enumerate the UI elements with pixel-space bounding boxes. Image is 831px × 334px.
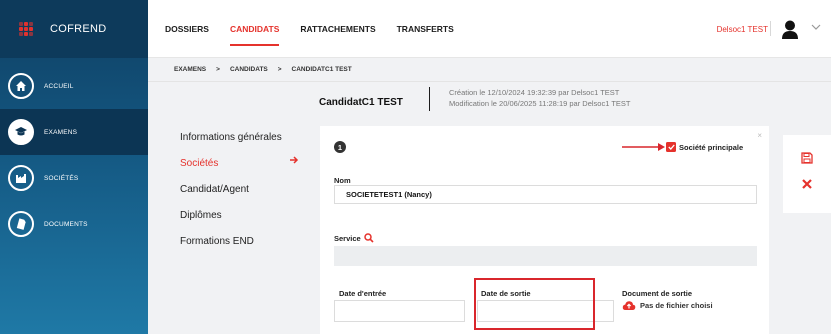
home-icon	[8, 73, 34, 99]
nom-field[interactable]: SOCIETETEST1 (Nancy)	[334, 185, 757, 204]
annotation-arrow-icon	[622, 143, 665, 151]
candidate-name: CandidatC1 TEST	[319, 97, 403, 108]
brand-name: COFREND	[50, 23, 107, 35]
checkmark-icon	[667, 144, 675, 150]
highlight-annotation	[474, 278, 595, 330]
service-label: Service	[334, 233, 361, 243]
breadcrumb-separator: >	[216, 66, 220, 73]
sidebar-item-documents[interactable]: DOCUMENTS	[0, 201, 148, 247]
subnav-item-informations-generales[interactable]: Informations générales	[180, 132, 282, 158]
graduation-cap-icon	[8, 119, 34, 145]
nom-label: Nom	[334, 176, 351, 185]
save-icon[interactable]	[801, 152, 813, 164]
file-upload-button[interactable]: Pas de fichier choisi	[622, 300, 713, 311]
service-field[interactable]	[334, 246, 757, 266]
file-upload-label: Pas de fichier choisi	[640, 301, 713, 310]
user-avatar-icon[interactable]	[780, 19, 800, 39]
modified-info: Modification le 20/06/2025 11:28:19 par …	[449, 99, 631, 108]
date-entree-label: Date d'entrée	[339, 289, 387, 298]
sidebar-item-label: DOCUMENTS	[44, 220, 88, 228]
sidebar-item-label: ACCUEIL	[44, 82, 74, 90]
main-company-label: Société principale	[679, 143, 744, 152]
chevron-down-icon[interactable]	[811, 23, 821, 31]
cloud-upload-icon	[622, 301, 636, 310]
subnav-item-candidat-agent[interactable]: Candidat/Agent	[180, 184, 282, 210]
main-company-checkbox[interactable]	[666, 142, 676, 152]
user-separator	[770, 21, 771, 36]
top-navigation: DOSSIERS CANDIDATS RATTACHEMENTS TRANSFE…	[148, 0, 831, 58]
company-index-badge: 1	[334, 141, 346, 153]
sidebar-item-accueil[interactable]: ACCUEIL	[0, 63, 148, 109]
file-icon	[8, 211, 34, 237]
sidebar-item-examens[interactable]: EXAMENS	[0, 109, 148, 155]
tab-rattachements[interactable]: RATTACHEMENTS	[300, 0, 375, 58]
document-sortie-label: Document de sortie	[622, 289, 693, 298]
action-panel	[783, 135, 831, 213]
cofrend-logo-icon	[19, 21, 34, 37]
delete-icon[interactable]	[801, 178, 813, 190]
tab-candidats[interactable]: CANDIDATS	[229, 0, 280, 58]
sidebar-item-label: SOCIÉTÉS	[44, 174, 79, 182]
tab-dossiers[interactable]: DOSSIERS	[165, 0, 209, 58]
sidebar-item-societes[interactable]: SOCIÉTÉS	[0, 155, 148, 201]
breadcrumb-item-examens[interactable]: EXAMENS	[174, 66, 206, 73]
breadcrumb-item-candidats[interactable]: CANDIDATS	[230, 66, 268, 73]
brand[interactable]: COFREND	[0, 0, 148, 58]
breadcrumb-separator: >	[277, 66, 282, 73]
service-row: Service	[334, 233, 374, 243]
company-form-card: × 1 Société principale Nom SOCIETETEST1 …	[320, 126, 769, 334]
sidebar: COFREND ACCUEIL EXAMENS SOCIÉTÉS DOCUMEN…	[0, 0, 148, 334]
sidebar-item-label: EXAMENS	[44, 128, 78, 136]
breadcrumb-item-current: CANDIDATC1 TEST	[291, 66, 352, 73]
tab-transferts[interactable]: TRANSFERTS	[397, 0, 454, 58]
date-entree-field[interactable]	[334, 300, 465, 322]
subnav-item-societes[interactable]: Sociétés	[180, 158, 282, 184]
arrow-right-icon	[290, 156, 299, 164]
created-info: Création le 12/10/2024 19:32:39 par Dels…	[449, 88, 620, 97]
header-divider	[429, 87, 430, 111]
close-icon[interactable]: ×	[757, 131, 762, 140]
search-icon[interactable]	[363, 233, 374, 243]
candidate-header: CandidatC1 TEST Création le 12/10/2024 1…	[148, 82, 831, 122]
subnav-item-diplomes[interactable]: Diplômes	[180, 210, 282, 236]
user-name[interactable]: Delsoc1 TEST	[717, 25, 768, 34]
subnav-item-formations-end[interactable]: Formations END	[180, 236, 282, 262]
breadcrumb: EXAMENS > CANDIDATS > CANDIDATC1 TEST	[148, 58, 831, 82]
factory-icon	[8, 165, 34, 191]
candidate-subnav: Informations générales Sociétés Candidat…	[180, 132, 299, 262]
candidate-audit-info: Création le 12/10/2024 19:32:39 par Dels…	[449, 87, 631, 109]
